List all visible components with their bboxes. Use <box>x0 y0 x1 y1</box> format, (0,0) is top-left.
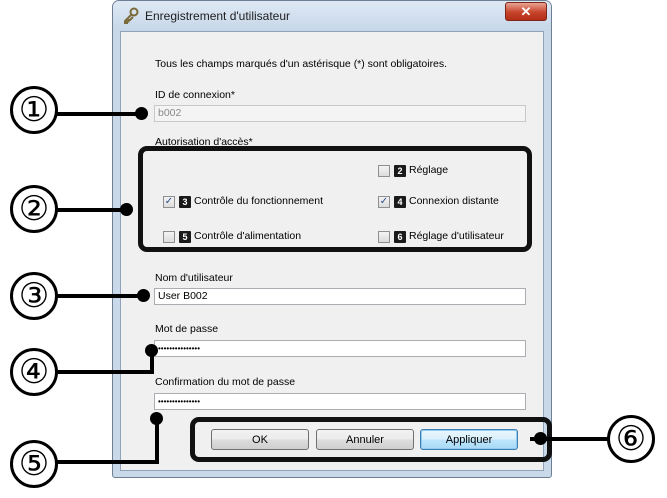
confirm-password-label: Confirmation du mot de passe <box>155 376 296 388</box>
username-field[interactable]: User B002 <box>154 288 526 305</box>
password-label: Mot de passe <box>155 323 219 335</box>
callout-4-dot <box>145 344 158 357</box>
close-icon: ✕ <box>520 3 532 19</box>
password-field[interactable]: ••••••••••••••• <box>154 340 526 357</box>
callout-3-line <box>57 294 143 298</box>
login-id-field[interactable]: b002 <box>154 105 526 122</box>
callout-1-line <box>57 112 141 116</box>
callout-5-line <box>57 460 158 464</box>
callout-2-line <box>57 208 125 212</box>
login-id-label: ID de connexion* <box>155 89 235 101</box>
callout-4-line <box>57 370 153 374</box>
key-icon <box>124 7 139 24</box>
callout-1-dot <box>135 107 148 120</box>
callout-1: ① <box>10 86 58 134</box>
callout-2: ② <box>10 185 58 233</box>
title-bar: Enregistrement d'utilisateur ✕ <box>113 1 551 31</box>
callout-4: ④ <box>10 348 58 396</box>
callout-box-buttons <box>190 417 552 462</box>
callout-box-permissions <box>138 146 532 252</box>
username-label: Nom d'utilisateur <box>155 272 233 284</box>
window-title: Enregistrement d'utilisateur <box>145 9 291 23</box>
callout-3: ③ <box>10 272 58 320</box>
callout-5-dot <box>150 412 163 425</box>
callout-3-dot <box>137 289 150 302</box>
callout-6: ⑥ <box>607 415 655 463</box>
callout-5: ⑤ <box>10 440 58 488</box>
callout-2-dot <box>120 203 133 216</box>
close-button[interactable]: ✕ <box>505 2 547 21</box>
callout-6-dot <box>534 432 547 445</box>
confirm-password-field[interactable]: ••••••••••••••• <box>154 393 526 410</box>
required-note: Tous les champs marqués d'un astérisque … <box>155 58 448 70</box>
